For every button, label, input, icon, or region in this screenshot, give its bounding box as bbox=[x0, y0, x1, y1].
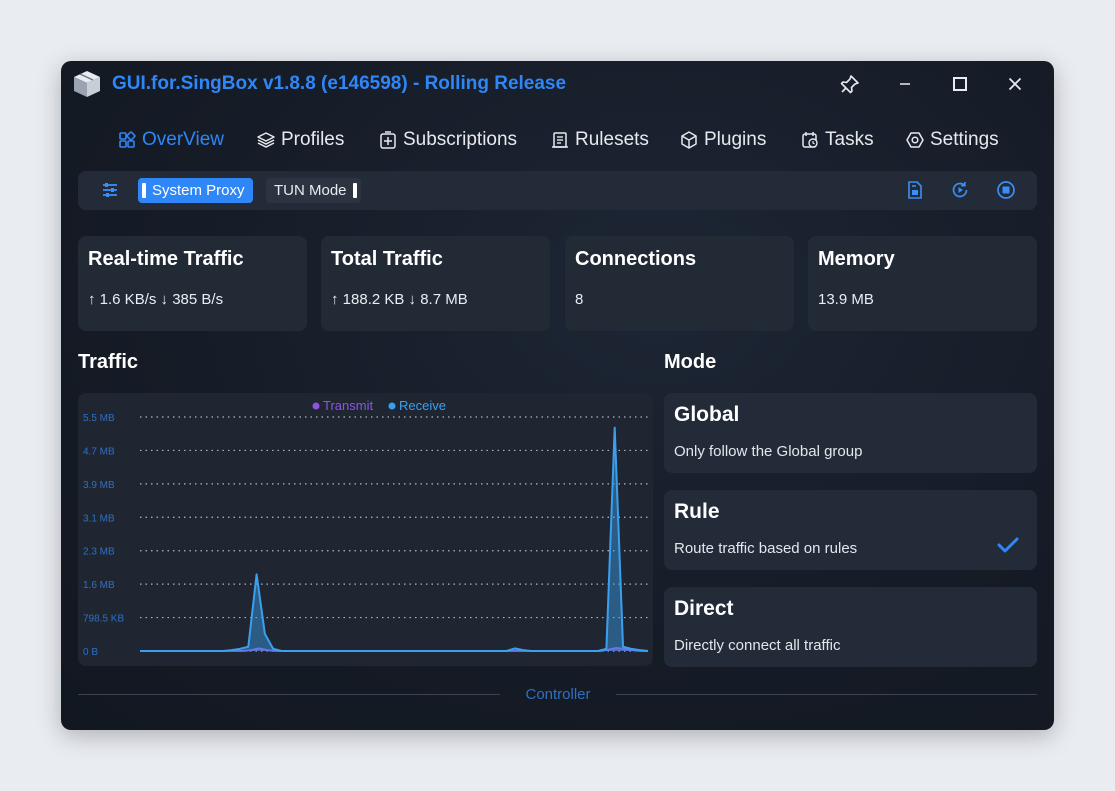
nav-overview-label: OverView bbox=[142, 129, 225, 150]
maximize-button[interactable] bbox=[947, 71, 973, 97]
close-button[interactable] bbox=[1002, 71, 1028, 97]
y-tick-label: 798.5 KB bbox=[83, 614, 124, 625]
mode-description: Directly connect all traffic bbox=[674, 637, 841, 654]
card-value: 8 bbox=[575, 291, 584, 308]
main-nav: OverView Profiles Subscriptions Rulesets… bbox=[61, 125, 1054, 155]
nav-overview[interactable]: OverView bbox=[118, 125, 224, 155]
minimize-icon bbox=[900, 83, 910, 85]
card-title: Total Traffic bbox=[331, 248, 443, 270]
card-value: ↑ 1.6 KB/s ↓ 385 B/s bbox=[88, 291, 224, 308]
nav-tasks[interactable]: Tasks bbox=[801, 125, 874, 155]
traffic-section-title: Traffic bbox=[78, 351, 139, 373]
nav-profiles-label: Profiles bbox=[281, 129, 345, 150]
layers-icon bbox=[257, 132, 275, 148]
nav-settings-label: Settings bbox=[930, 129, 999, 150]
mode-section-title: Mode bbox=[664, 351, 717, 373]
save-button[interactable] bbox=[905, 180, 925, 200]
mode-option-rule[interactable]: Rule Route traffic based on rules bbox=[664, 490, 1037, 570]
close-icon bbox=[1008, 77, 1022, 91]
app-window: GUI.for.SingBox v1.8.8 (e146598) - Rolli… bbox=[61, 61, 1054, 730]
y-tick-label: 3.9 MB bbox=[83, 480, 115, 491]
save-file-icon bbox=[908, 181, 922, 199]
sliders-button[interactable] bbox=[100, 180, 120, 200]
controller-divider: Controller bbox=[78, 683, 1037, 707]
nav-plugins-label: Plugins bbox=[704, 129, 767, 150]
y-tick-label: 5.5 MB bbox=[83, 413, 115, 424]
nav-rulesets[interactable]: Rulesets bbox=[551, 125, 649, 155]
overview-icon bbox=[119, 131, 136, 148]
system-proxy-toggle[interactable]: System Proxy bbox=[138, 178, 253, 203]
toolbar: System Proxy TUN Mode bbox=[78, 171, 1037, 210]
app-logo-icon bbox=[72, 69, 102, 99]
traffic-chart: 0 B 798.5 KB 1.6 MB 2.3 MB 3.1 MB 3.9 MB 4.7 M… bbox=[78, 393, 653, 666]
card-value: ↑ 188.2 KB ↓ 8.7 MB bbox=[331, 291, 468, 308]
stop-button[interactable] bbox=[996, 180, 1016, 200]
pin-button[interactable] bbox=[837, 71, 863, 97]
memory-card: Memory 13.9 MB bbox=[808, 236, 1037, 331]
nav-subscriptions[interactable]: Subscriptions bbox=[379, 125, 517, 155]
mode-name: Global bbox=[674, 403, 740, 426]
calendar-clock-icon bbox=[802, 132, 818, 148]
card-value: 13.9 MB bbox=[818, 291, 874, 308]
pin-icon bbox=[840, 75, 859, 94]
stop-icon bbox=[997, 181, 1015, 199]
legend-label-transmit: Transmit bbox=[323, 398, 373, 413]
total-traffic-card: Total Traffic ↑ 188.2 KB ↓ 8.7 MB bbox=[321, 236, 550, 331]
tun-mode-label: TUN Mode bbox=[274, 182, 347, 199]
card-title: Connections bbox=[575, 248, 697, 270]
nav-plugins[interactable]: Plugins bbox=[680, 125, 766, 155]
mode-option-global[interactable]: Global Only follow the Global group bbox=[664, 393, 1037, 473]
nav-rulesets-label: Rulesets bbox=[575, 129, 649, 150]
mode-option-direct[interactable]: Direct Directly connect all traffic bbox=[664, 587, 1037, 667]
plugin-cube-icon bbox=[681, 131, 697, 149]
card-title: Memory bbox=[818, 248, 895, 270]
controller-link[interactable]: Controller bbox=[508, 686, 608, 703]
divider-line-right bbox=[616, 694, 1037, 695]
restart-button[interactable] bbox=[950, 180, 970, 200]
maximize-icon bbox=[953, 77, 967, 91]
subscriptions-icon bbox=[380, 131, 396, 149]
y-tick-label: 3.1 MB bbox=[83, 513, 115, 524]
legend-marker-transmit bbox=[312, 402, 320, 410]
mode-name: Direct bbox=[674, 597, 734, 620]
toggle-indicator bbox=[352, 183, 357, 198]
rulesets-icon bbox=[552, 132, 568, 148]
sliders-icon bbox=[103, 183, 117, 197]
mode-description: Route traffic based on rules bbox=[674, 540, 858, 557]
realtime-traffic-card: Real-time Traffic ↑ 1.6 KB/s ↓ 385 B/s bbox=[78, 236, 307, 331]
title-bar[interactable]: GUI.for.SingBox v1.8.8 (e146598) - Rolli… bbox=[61, 61, 1054, 107]
mode-description: Only follow the Global group bbox=[674, 443, 863, 460]
nav-settings[interactable]: Settings bbox=[906, 125, 999, 155]
nav-subscriptions-label: Subscriptions bbox=[403, 129, 518, 150]
y-tick-label: 1.6 MB bbox=[83, 580, 115, 591]
checkmark-icon bbox=[997, 537, 1019, 553]
restart-icon bbox=[952, 182, 968, 198]
toggle-indicator bbox=[142, 183, 146, 198]
mode-name: Rule bbox=[674, 500, 720, 523]
window-title: GUI.for.SingBox v1.8.8 (e146598) - Rolli… bbox=[112, 73, 567, 94]
gear-icon bbox=[906, 132, 924, 148]
tun-mode-toggle[interactable]: TUN Mode bbox=[266, 178, 361, 203]
legend-marker-receive bbox=[388, 402, 396, 410]
legend-label-receive: Receive bbox=[399, 398, 446, 413]
system-proxy-label: System Proxy bbox=[152, 182, 245, 199]
card-title: Real-time Traffic bbox=[88, 248, 244, 270]
nav-profiles[interactable]: Profiles bbox=[257, 125, 344, 155]
traffic-chart-svg: 0 B 798.5 KB 1.6 MB 2.3 MB 3.1 MB 3.9 MB 4.7 M… bbox=[83, 398, 649, 658]
connections-card[interactable]: Connections 8 bbox=[565, 236, 794, 331]
y-tick-label: 0 B bbox=[83, 647, 98, 658]
minimize-button[interactable] bbox=[892, 71, 918, 97]
divider-line-left bbox=[78, 694, 500, 695]
nav-tasks-label: Tasks bbox=[825, 129, 874, 150]
y-tick-label: 2.3 MB bbox=[83, 547, 115, 558]
y-tick-label: 4.7 MB bbox=[83, 446, 115, 457]
